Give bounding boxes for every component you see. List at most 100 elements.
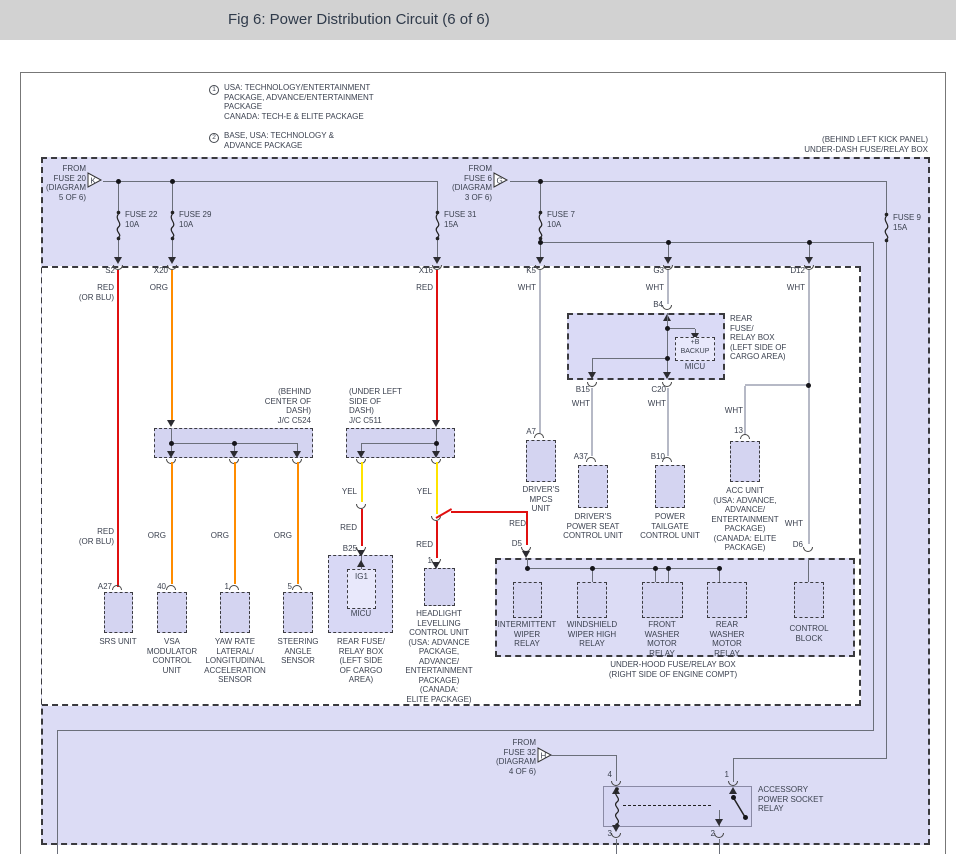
legend-note-2: BASE, USA: TECHNOLOGY & ADVANCE PACKAGE — [224, 131, 334, 150]
fuse-symbol-31 — [435, 210, 440, 241]
junction-dot — [590, 566, 595, 571]
wire-segment — [117, 270, 119, 587]
graphic — [538, 210, 543, 215]
wire-color-label: WHT — [724, 406, 743, 415]
pin-d6: D6 — [792, 540, 803, 549]
junction-dot — [232, 441, 237, 446]
fuse9-label: FUSE 9 15A — [893, 213, 922, 232]
wire-segment — [437, 181, 438, 212]
graphic — [116, 236, 121, 241]
arrow — [432, 451, 440, 458]
pin-b10: B10 — [650, 452, 665, 461]
junction-dot — [525, 566, 530, 571]
wire-color-label: RED (OR BLU) — [78, 527, 114, 546]
connector-arc — [292, 585, 302, 590]
junction-dot — [169, 441, 174, 446]
pin-40: 40 — [157, 582, 166, 591]
pin-1-headlight: 1 — [427, 556, 432, 565]
acc-unit-label: ACC UNIT (USA: ADVANCE, ADVANCE/ ENTERTA… — [711, 486, 779, 552]
wire-segment — [436, 521, 438, 558]
graphic — [435, 213, 440, 238]
arrow — [230, 451, 238, 458]
wire-segment — [733, 759, 734, 782]
intermittent-wiper-relay-box — [513, 582, 542, 618]
graphic — [538, 213, 543, 238]
wire-segment — [744, 386, 746, 435]
wire-color-label: WHT — [571, 399, 590, 408]
wire-segment — [361, 443, 437, 444]
wire-color-label: YEL — [341, 487, 357, 496]
wire-segment — [539, 270, 541, 433]
fuse-symbol-22 — [116, 210, 121, 241]
wire-segment — [526, 513, 528, 545]
source-triangle-g: G — [493, 172, 509, 188]
pin-a37: A37 — [573, 452, 588, 461]
pin-x20: X20 — [153, 266, 168, 275]
arrow — [522, 551, 530, 558]
micu-bottom-label: MICU — [350, 609, 372, 618]
wire-segment — [436, 270, 438, 420]
control-block-box — [794, 582, 824, 618]
graphic: H — [541, 752, 547, 761]
legend-marker-1: 1 — [209, 85, 219, 95]
arrow — [805, 257, 813, 264]
wire-segment — [57, 731, 58, 854]
wire-segment — [592, 358, 668, 359]
pin-c20: C20 — [651, 385, 666, 394]
wire-segment — [873, 243, 874, 731]
pin-x16: X16 — [418, 266, 433, 275]
fuse-symbol-7 — [538, 210, 543, 241]
connector-arc — [166, 585, 176, 590]
arrow — [715, 819, 723, 826]
wire-color-label: WHT — [786, 283, 805, 292]
arrow — [612, 825, 620, 832]
graphic: K — [91, 177, 97, 186]
graphic — [170, 236, 175, 241]
junction-dot — [538, 240, 543, 245]
graphic — [884, 212, 889, 217]
arrow — [167, 420, 175, 427]
graphic — [435, 210, 440, 215]
wire-color-label: ORG — [273, 531, 292, 540]
pin-5: 5 — [287, 582, 292, 591]
arrow — [168, 257, 176, 264]
graphic — [884, 238, 889, 243]
arrow — [664, 257, 672, 264]
wire-color-label: ORG — [210, 531, 229, 540]
windshield-wiper-high-relay-box — [577, 582, 607, 618]
rear-box-top-label: REAR FUSE/ RELAY BOX (LEFT SIDE OF CARGO… — [730, 314, 787, 361]
wire-color-label: WHT — [645, 283, 664, 292]
wire-segment — [361, 462, 363, 502]
under-dash-box-label: (BEHIND LEFT KICK PANEL) UNDER-DASH FUSE… — [804, 135, 928, 154]
power-tailgate-box — [655, 465, 685, 508]
connector-arc — [740, 434, 750, 439]
fuse22-label: FUSE 22 10A — [125, 210, 158, 229]
wire-segment — [668, 328, 695, 329]
wire-color-label: RED — [509, 519, 526, 528]
wire-segment — [540, 242, 874, 243]
control-block-label: CONTROL BLOCK — [789, 624, 829, 643]
wire-segment — [667, 388, 669, 456]
front-washer-motor-relay-label: FRONT WASHER MOTOR RELAY — [644, 620, 680, 658]
relay-control-dashed-line — [623, 805, 711, 806]
wire-segment — [719, 839, 720, 854]
source-triangle-k: K — [87, 172, 103, 188]
arrow — [167, 451, 175, 458]
pin-a27: A27 — [97, 582, 112, 591]
legend-marker-2: 2 — [209, 133, 219, 143]
wire-segment — [591, 388, 593, 456]
wire-segment — [616, 839, 617, 854]
wire-segment — [745, 384, 809, 386]
wire-color-label: ORG — [147, 531, 166, 540]
wire-color-label: RED — [416, 540, 433, 549]
arrow — [357, 560, 365, 567]
graphic — [170, 213, 175, 238]
relay-coil-symbol — [614, 787, 620, 827]
arrow — [114, 257, 122, 264]
wire-color-label: WHT — [647, 399, 666, 408]
junction-dot — [743, 815, 748, 820]
wire-segment — [118, 182, 119, 212]
pin-g3: G3 — [653, 266, 664, 275]
jc-c524-label: (BEHIND CENTER OF DASH) J/C C524 — [264, 387, 311, 425]
fuse-symbol-9 — [884, 212, 889, 243]
